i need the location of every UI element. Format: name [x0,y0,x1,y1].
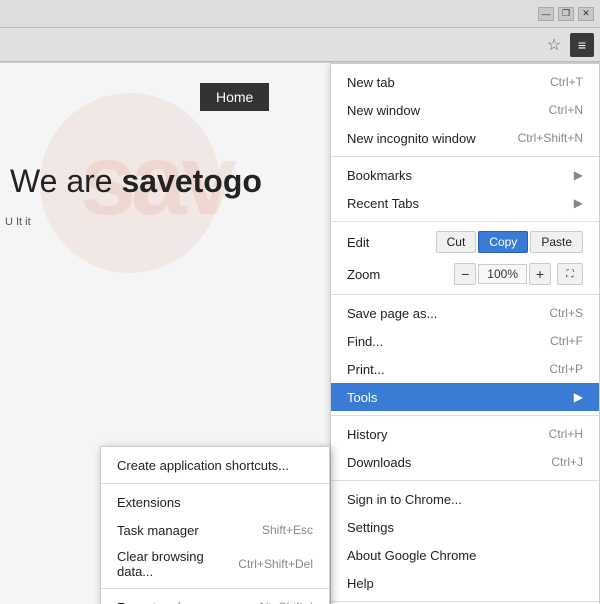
menu-item-tools[interactable]: Tools ▶ [331,383,599,411]
page-title-bold: savetogo [121,163,261,199]
tools-submenu-section-3: Report an issue... Alt+Shift+I [101,589,329,604]
bookmark-star-button[interactable]: ☆ [542,33,566,57]
menu-section-new: New tab Ctrl+T New window Ctrl+N New inc… [331,64,599,157]
menu-item-help[interactable]: Help [331,569,599,597]
paste-button[interactable]: Paste [530,231,583,253]
page-title-prefix: We are [10,163,121,199]
edit-buttons: Cut Copy Paste [436,231,583,253]
menu-section-account: Sign in to Chrome... Settings About Goog… [331,481,599,602]
submenu-item-report-issue[interactable]: Report an issue... Alt+Shift+I [101,593,329,604]
cut-button[interactable]: Cut [436,231,477,253]
menu-section-bookmarks: Bookmarks ▶ Recent Tabs ▶ [331,157,599,222]
zoom-label: Zoom [347,267,380,282]
zoom-controls: − 100% + ⛶ [454,263,583,285]
zoom-out-button[interactable]: − [454,263,476,285]
zoom-in-button[interactable]: + [529,263,551,285]
menu-zoom-row: Zoom − 100% + ⛶ [331,258,599,290]
tools-submenu-section-2: Extensions Task manager Shift+Esc Clear … [101,484,329,589]
edit-label: Edit [347,235,369,250]
page-content: sav Home We are savetogo ⚜ U It it Creat… [0,63,600,604]
page-title: We are savetogo [10,163,262,200]
menu-item-print[interactable]: Print... Ctrl+P [331,355,599,383]
menu-item-history[interactable]: History Ctrl+H [331,420,599,448]
menu-item-about[interactable]: About Google Chrome [331,541,599,569]
menu-item-new-window[interactable]: New window Ctrl+N [331,96,599,124]
menu-item-save-page[interactable]: Save page as... Ctrl+S [331,299,599,327]
page-nav-home[interactable]: Home [200,83,269,111]
menu-item-settings[interactable]: Settings [331,513,599,541]
menu-item-signin[interactable]: Sign in to Chrome... [331,485,599,513]
tools-submenu: Create application shortcuts... Extensio… [100,446,330,604]
page-body-text: U It it [5,213,125,231]
toolbar-row: ☆ ≡ [0,28,600,62]
menu-item-recent-tabs[interactable]: Recent Tabs ▶ [331,189,599,217]
menu-section-page: Save page as... Ctrl+S Find... Ctrl+F Pr… [331,295,599,416]
menu-item-find[interactable]: Find... Ctrl+F [331,327,599,355]
menu-edit-row: Edit Cut Copy Paste [331,226,599,258]
window-controls: — ❐ ✕ [538,7,594,21]
submenu-item-extensions[interactable]: Extensions [101,488,329,516]
submenu-item-task-manager[interactable]: Task manager Shift+Esc [101,516,329,544]
menu-section-edit-zoom: Edit Cut Copy Paste Zoom − 100% + ⛶ [331,222,599,295]
maximize-button[interactable]: ❐ [558,7,574,21]
copy-button[interactable]: Copy [478,231,528,253]
zoom-value-display: 100% [478,264,527,284]
menu-item-bookmarks[interactable]: Bookmarks ▶ [331,161,599,189]
menu-section-history: History Ctrl+H Downloads Ctrl+J [331,416,599,481]
fullscreen-button[interactable]: ⛶ [557,263,583,285]
menu-item-new-tab[interactable]: New tab Ctrl+T [331,68,599,96]
close-button[interactable]: ✕ [578,7,594,21]
submenu-item-create-shortcuts[interactable]: Create application shortcuts... [101,451,329,479]
submenu-item-clear-browsing[interactable]: Clear browsing data... Ctrl+Shift+Del [101,544,329,584]
tools-submenu-section-1: Create application shortcuts... [101,447,329,484]
menu-item-incognito[interactable]: New incognito window Ctrl+Shift+N [331,124,599,152]
menu-item-downloads[interactable]: Downloads Ctrl+J [331,448,599,476]
minimize-button[interactable]: — [538,7,554,21]
chrome-menu-button[interactable]: ≡ [570,33,594,57]
chrome-menu: New tab Ctrl+T New window Ctrl+N New inc… [330,63,600,604]
title-bar: — ❐ ✕ [0,0,600,28]
browser-chrome: — ❐ ✕ ☆ ≡ [0,0,600,63]
